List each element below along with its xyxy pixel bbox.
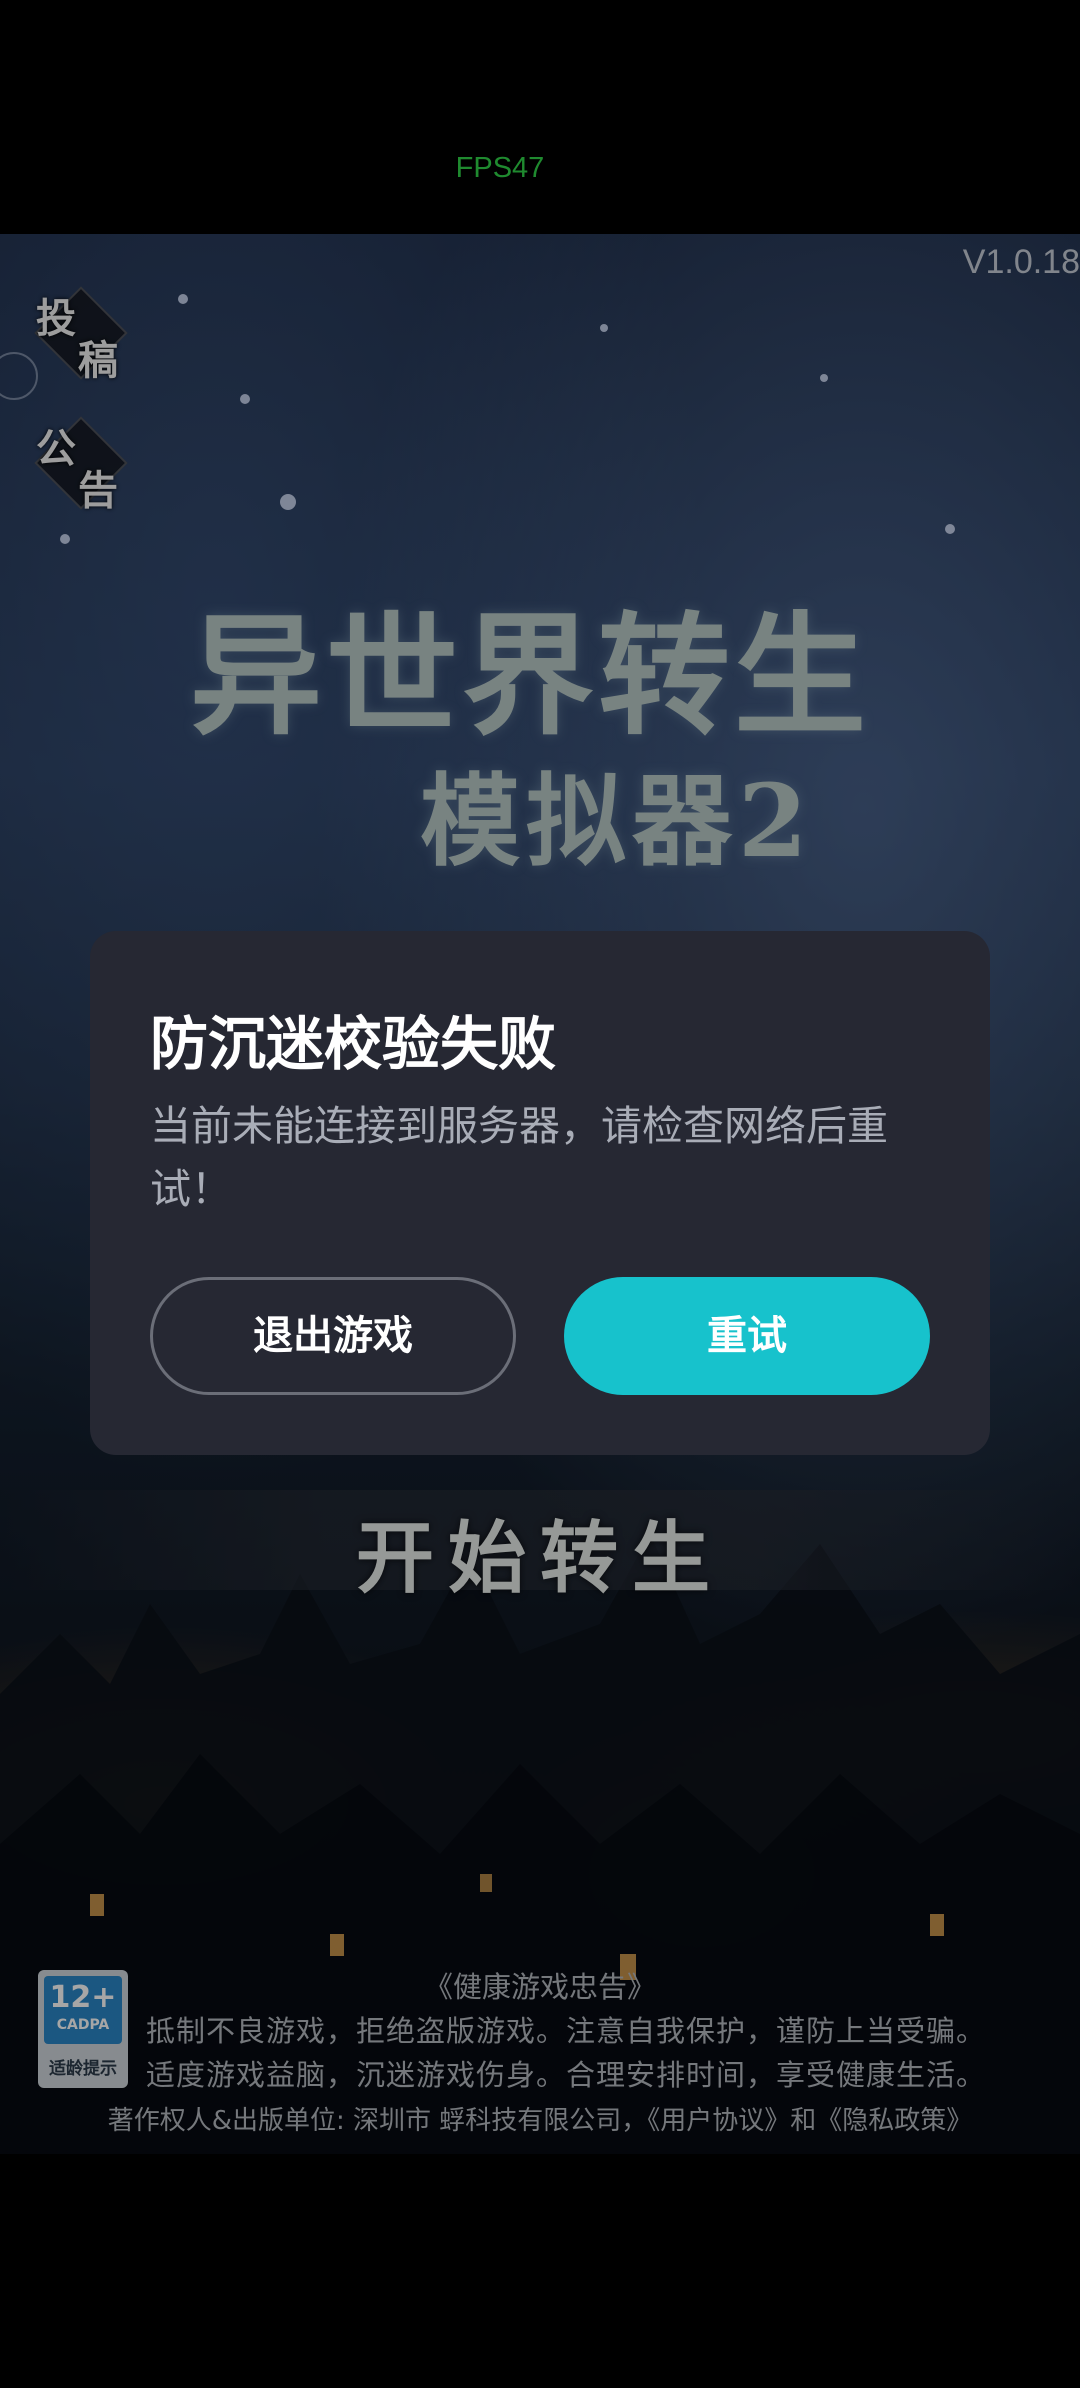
exit-game-button[interactable]: 退出游戏 xyxy=(150,1277,516,1395)
dialog-message: 当前未能连接到服务器，请检查网络后重试！ xyxy=(150,1102,888,1213)
retry-button[interactable]: 重试 xyxy=(564,1277,930,1395)
anti-addiction-dialog: 防沉迷校验失败 当前未能连接到服务器，请检查网络后重试！ 退出游戏 重试 xyxy=(90,931,990,1455)
fps-counter: FPS47 xyxy=(455,152,545,184)
dialog-title: 防沉迷校验失败 xyxy=(150,1010,557,1078)
